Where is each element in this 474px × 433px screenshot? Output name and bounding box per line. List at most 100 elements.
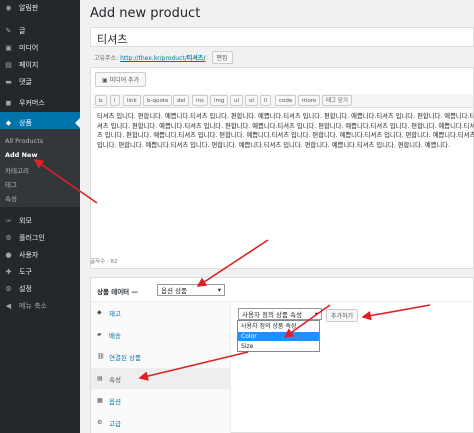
- editor-textarea[interactable]: 티셔츠 입니다. 편합니다. 예쁩니다.티셔츠 입니다. 편합니다. 예쁩니다.…: [97, 112, 474, 150]
- permalink-edit-button[interactable]: 편집: [211, 51, 233, 64]
- attribute-select[interactable]: 사용자 정의 상품 속성 ▾: [238, 308, 322, 320]
- menu-media[interactable]: ▣ 미디어: [0, 40, 80, 56]
- menu-label: 도구: [19, 268, 32, 276]
- add-media-label: 미디어 추가: [109, 77, 140, 84]
- woocommerce-icon: ◼: [5, 99, 12, 107]
- tab-label: 연결된 상품: [109, 353, 141, 362]
- collapse-icon: ◀: [5, 302, 12, 310]
- attribute-dropdown-list[interactable]: 사용자 정의 상품 속성 Color Size: [237, 320, 320, 352]
- qt-li-button[interactable]: li: [260, 95, 272, 106]
- dropdown-option-color[interactable]: Color: [238, 332, 319, 341]
- appearance-icon: ✑: [5, 217, 12, 225]
- qt-ul-button[interactable]: ul: [230, 95, 244, 106]
- tab-advanced[interactable]: ⚙ 고급: [91, 412, 231, 433]
- advanced-icon: ⚙: [97, 419, 103, 426]
- menu-appearance[interactable]: ✑ 외모: [0, 213, 80, 229]
- permalink-base: http://thex.kr/product/: [120, 55, 187, 62]
- permalink-row: 고유주소: http://thex.kr/product/티셔츠/ 편집: [94, 51, 233, 64]
- qt-bold-button[interactable]: b: [95, 95, 107, 106]
- qt-more-button[interactable]: more: [298, 95, 321, 106]
- tab-label: 고급: [109, 419, 121, 428]
- tools-icon: ✚: [5, 268, 12, 276]
- shipping-icon: ▰: [97, 331, 102, 338]
- dropdown-option-size[interactable]: Size: [238, 342, 319, 351]
- chevron-down-icon: ▾: [314, 310, 318, 318]
- add-media-button[interactable]: ▣ 미디어 추가: [95, 72, 147, 87]
- qt-italic-button[interactable]: i: [110, 95, 120, 106]
- qt-img-button[interactable]: img: [210, 95, 229, 106]
- menu-label: 플러그인: [19, 234, 45, 242]
- qt-ol-button[interactable]: ol: [245, 95, 258, 106]
- menu-label: 페이지: [19, 61, 39, 69]
- media-icon: ▣: [5, 44, 12, 52]
- plugin-icon: ⚙: [5, 234, 12, 242]
- add-attribute-button[interactable]: 추가하기: [326, 309, 359, 322]
- quicktags-toolbar: b i link b-quote del ins img ul ol li co…: [93, 94, 473, 108]
- page-icon: ▤: [5, 61, 12, 69]
- products-submenu: All Products Add New 카테고리 태그 속성: [0, 129, 80, 207]
- tab-label: 속성: [109, 375, 121, 384]
- qt-close-tags-button[interactable]: 태그 닫기: [322, 95, 352, 106]
- menu-settings[interactable]: ⚙ 설정: [0, 281, 80, 297]
- product-type-select[interactable]: 옵션 상품 ▾: [157, 284, 225, 296]
- menu-tools[interactable]: ✚ 도구: [0, 264, 80, 280]
- menu-plugins[interactable]: ⚙ 플러그인: [0, 230, 80, 246]
- submenu-add-new[interactable]: Add New: [5, 151, 37, 159]
- attribute-select-value: 사용자 정의 상품 속성: [242, 311, 303, 319]
- products-icon: ◆: [5, 119, 12, 127]
- submenu-attributes[interactable]: 속성: [5, 193, 17, 203]
- tab-shipping[interactable]: ▰ 배송: [91, 324, 231, 345]
- menu-woocommerce[interactable]: ◼ 우커머스: [0, 95, 80, 111]
- menu-pages[interactable]: ▤ 페이지: [0, 57, 80, 73]
- attributes-icon: ▤: [97, 375, 103, 382]
- submenu-all-products[interactable]: All Products: [5, 137, 43, 145]
- word-count: 글자수 : 82: [90, 259, 118, 265]
- qt-del-button[interactable]: del: [173, 95, 190, 106]
- menu-comments[interactable]: ▬ 댓글: [0, 74, 80, 90]
- menu-label: 상품: [19, 119, 32, 127]
- menu-label: 댓글: [19, 78, 32, 86]
- product-data-label: 상품 데이터 —: [97, 288, 138, 296]
- dropdown-option-custom[interactable]: 사용자 정의 상품 속성: [238, 322, 319, 331]
- tab-inventory[interactable]: ◆ 재고: [91, 302, 231, 323]
- product-data-tabs: ◆ 재고 ▰ 배송 ⛓ 연결된 상품 ▤ 속성 ▦ 옵션 ⚙ 고급: [91, 302, 231, 433]
- qt-link-button[interactable]: link: [123, 95, 141, 106]
- tab-label: 재고: [109, 309, 121, 318]
- tab-label: 옵션: [109, 397, 121, 406]
- page-title: Add new product: [90, 6, 201, 21]
- media-icon: ▣: [102, 77, 110, 84]
- product-data-panel: 상품 데이터 — 옵션 상품 ▾ ◆ 재고 ▰ 배송 ⛓ 연결된 상품 ▤ 속성 ▦ 옵션 …: [90, 277, 474, 433]
- tab-linked-products[interactable]: ⛓ 연결된 상품: [91, 346, 231, 367]
- menu-users[interactable]: ● 사용자: [0, 247, 80, 263]
- tab-attributes[interactable]: ▤ 속성: [91, 368, 231, 389]
- permalink-label: 고유주소:: [94, 55, 119, 62]
- qt-bquote-button[interactable]: b-quote: [143, 95, 173, 106]
- permalink-url[interactable]: http://thex.kr/product/티셔츠/: [120, 53, 205, 62]
- chevron-down-icon: ▾: [217, 286, 221, 294]
- submenu-tags[interactable]: 태그: [5, 179, 17, 189]
- comment-icon: ▬: [5, 78, 12, 86]
- inventory-icon: ◆: [97, 309, 102, 316]
- variations-icon: ▦: [97, 397, 103, 404]
- menu-posts[interactable]: ✎ 글: [0, 23, 80, 39]
- menu-label: 설정: [19, 285, 32, 293]
- qt-code-button[interactable]: code: [275, 95, 297, 106]
- tab-label: 배송: [109, 331, 121, 340]
- submenu-categories[interactable]: 카테고리: [5, 165, 29, 175]
- menu-collapse[interactable]: ◀ 메뉴 축소: [0, 298, 80, 314]
- menu-label: 메뉴 축소: [19, 302, 47, 310]
- main-content: Add new product 티셔츠 고유주소: http://thex.kr…: [80, 0, 474, 433]
- menu-label: 외모: [19, 217, 32, 225]
- tab-variations[interactable]: ▦ 옵션: [91, 390, 231, 411]
- post-title-input[interactable]: 티셔츠: [90, 27, 474, 47]
- menu-label: 알림판: [19, 4, 39, 12]
- product-data-header: 상품 데이터 — 옵션 상품 ▾: [91, 278, 473, 302]
- pin-icon: ✎: [5, 27, 12, 35]
- product-type-value: 옵션 상품: [161, 287, 187, 295]
- settings-icon: ⚙: [5, 285, 12, 293]
- users-icon: ●: [5, 251, 12, 259]
- menu-dashboard[interactable]: ◉ 알림판: [0, 0, 80, 16]
- qt-ins-button[interactable]: ins: [192, 95, 208, 106]
- content-editor: ▣ 미디어 추가 b i link b-quote del ins img ul…: [90, 67, 474, 269]
- dashboard-icon: ◉: [5, 4, 12, 12]
